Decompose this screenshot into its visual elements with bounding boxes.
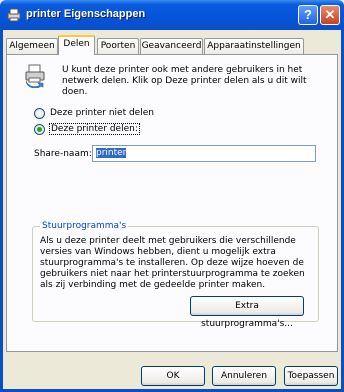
drivers-group-legend: Stuurprogramma's (40, 221, 129, 231)
drivers-description: Als u deze printer deelt met gebruikers … (40, 236, 305, 290)
radio-no-share[interactable] (34, 108, 45, 119)
share-name-value: printer (96, 148, 127, 158)
tab-apparaatinstellingen[interactable]: Apparaatinstellingen (204, 38, 304, 54)
radio-share-label-wrap[interactable]: Deze printer delen: (49, 123, 140, 135)
tab-geavanceerd[interactable]: Geavanceerd (140, 38, 203, 54)
cancel-button[interactable]: Annuleren (212, 366, 276, 386)
share-name-input[interactable]: printer (92, 145, 316, 162)
radio-share-label[interactable]: Deze printer delen: (49, 123, 140, 135)
radio-no-share-label[interactable]: Deze printer niet delen (50, 108, 154, 118)
radio-share[interactable] (34, 124, 45, 135)
title-bar[interactable]: printer Eigenschappen ? ✕ (0, 0, 344, 30)
tab-delen[interactable]: Delen (58, 35, 95, 55)
close-button[interactable]: ✕ (320, 5, 340, 25)
tab-poorten[interactable]: Poorten (97, 38, 139, 54)
share-name-label: Share-naam: (34, 149, 92, 159)
extra-drivers-button[interactable]: Extra stuurprogramma's... (190, 296, 304, 329)
shared-printer-icon (25, 64, 45, 88)
sharing-intro-text: U kunt deze printer ook met andere gebru… (62, 65, 307, 97)
window-title: printer Eigenschappen (26, 8, 146, 20)
tab-algemeen[interactable]: Algemeen (6, 38, 58, 54)
ok-button[interactable]: OK (141, 366, 205, 386)
printer-icon (7, 8, 21, 22)
apply-button[interactable]: Toepassen (284, 366, 338, 386)
window-frame-left (0, 30, 3, 392)
help-button[interactable]: ? (298, 5, 318, 25)
